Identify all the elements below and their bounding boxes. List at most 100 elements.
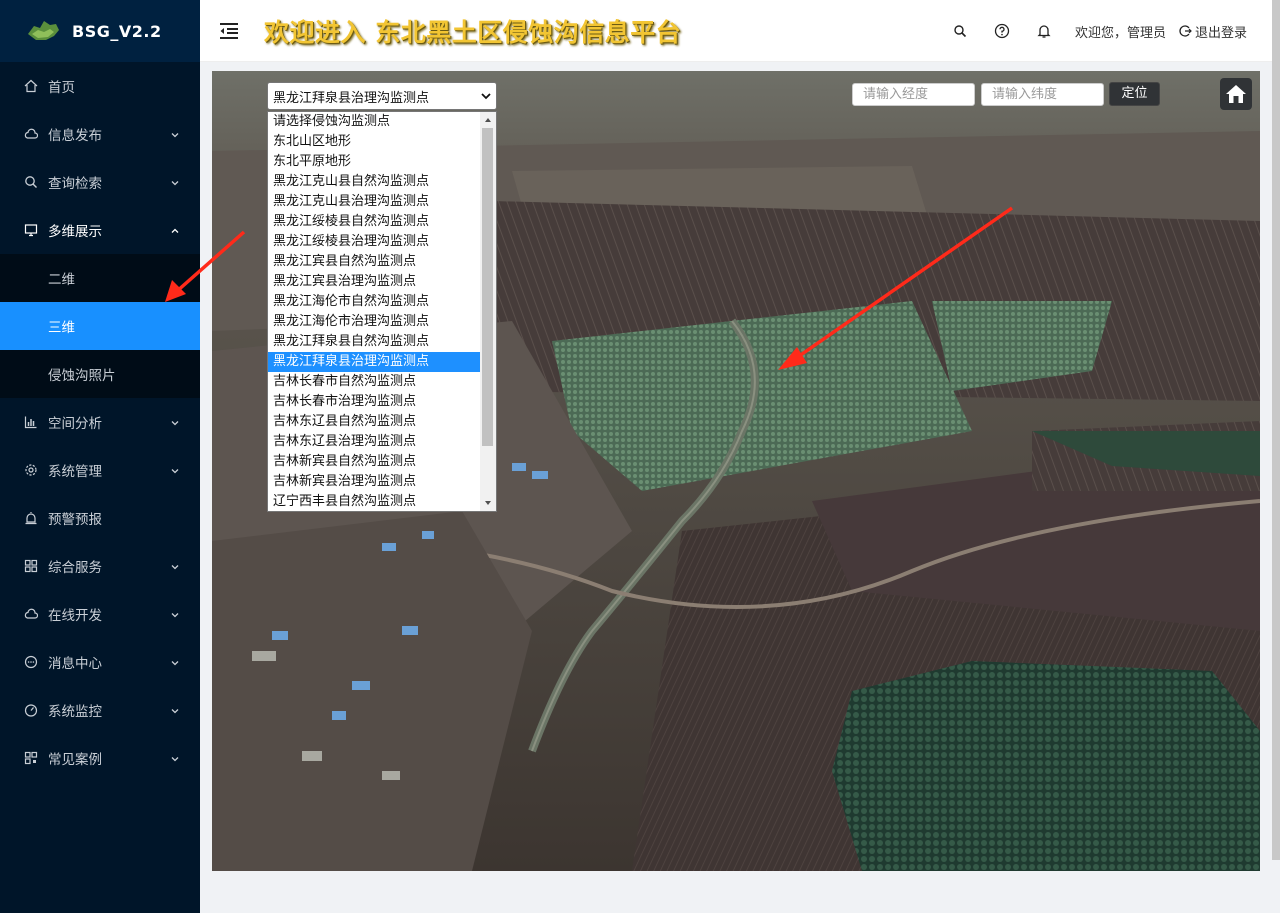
app-name: BSG_V2.2	[72, 21, 162, 41]
sidebar-item-label: 多维展示	[48, 224, 102, 240]
sidebar-item-home[interactable]: 首页	[0, 62, 200, 110]
monitoring-point-dropdown[interactable]: 请选择侵蚀沟监测点 东北山区地形 东北平原地形 黑龙江克山县自然沟监测点 黑龙江克山县治…	[267, 111, 497, 512]
dropdown-option[interactable]: 黑龙江拜泉县治理沟监测点	[268, 352, 480, 372]
logo[interactable]: BSG_V2.2	[0, 0, 200, 62]
chevron-down-icon	[480, 89, 492, 107]
header-actions: 欢迎您，管理员 退出登录	[939, 0, 1280, 62]
chevron-down-icon	[170, 752, 180, 768]
dropdown-option[interactable]: 吉林长春市自然沟监测点	[268, 372, 496, 392]
sidebar-item-3d[interactable]: 三维	[0, 302, 200, 350]
dropdown-option[interactable]: 黑龙江绥棱县自然沟监测点	[268, 212, 496, 232]
sidebar-item-label: 查询检索	[48, 176, 102, 192]
chevron-up-icon	[170, 224, 180, 240]
home-icon	[1226, 85, 1246, 103]
sidebar-item-label: 二维	[48, 272, 75, 288]
bar-chart-icon	[24, 415, 38, 429]
latitude-input[interactable]: 请输入纬度	[981, 83, 1104, 106]
menu-fold-icon[interactable]	[218, 20, 240, 42]
sidebar-item-photos[interactable]: 侵蚀沟照片	[0, 350, 200, 398]
dropdown-option[interactable]: 吉林东辽县治理沟监测点	[268, 432, 496, 452]
sidebar-item-label: 消息中心	[48, 656, 102, 672]
dropdown-scrollbar[interactable]	[480, 112, 496, 511]
dropdown-option[interactable]: 吉林新宾县自然沟监测点	[268, 452, 496, 472]
dropdown-option[interactable]: 黑龙江克山县自然沟监测点	[268, 172, 496, 192]
sidebar-item-label: 系统管理	[48, 464, 102, 480]
sidebar-item-label: 空间分析	[48, 416, 102, 432]
sidebar-item-multidim[interactable]: 多维展示	[0, 206, 200, 254]
scroll-down-icon[interactable]	[480, 496, 496, 510]
sidebar-item-label: 信息发布	[48, 128, 102, 144]
dropdown-option[interactable]: 吉林长春市治理沟监测点	[268, 392, 496, 412]
dropdown-option[interactable]: 黑龙江宾县治理沟监测点	[268, 272, 496, 292]
sidebar-item-monitor[interactable]: 系统监控	[0, 686, 200, 734]
chevron-down-icon	[170, 608, 180, 624]
cloud-icon	[24, 607, 38, 621]
logout-icon	[1179, 25, 1192, 37]
logout-button[interactable]: 退出登录	[1178, 22, 1247, 41]
longitude-input[interactable]: 请输入经度	[852, 83, 975, 106]
dropdown-option[interactable]: 黑龙江拜泉县自然沟监测点	[268, 332, 496, 352]
chevron-down-icon	[170, 176, 180, 192]
sidebar-item-label: 首页	[48, 80, 75, 96]
chevron-down-icon	[170, 656, 180, 672]
select-value: 黑龙江拜泉县治理沟监测点	[273, 90, 430, 106]
dropdown-option[interactable]: 辽宁西丰县自然沟监测点	[268, 492, 496, 511]
scroll-up-icon[interactable]	[480, 113, 496, 127]
submenu-multidim: 二维 三维 侵蚀沟照片	[0, 254, 200, 398]
3d-map-viewer[interactable]: 黑龙江拜泉县治理沟监测点 请选择侵蚀沟监测点 东北山区地形 东北平原地形 黑龙江克山县…	[212, 71, 1260, 871]
sidebar-item-spatial[interactable]: 空间分析	[0, 398, 200, 446]
sidebar-item-warning[interactable]: 预警预报	[0, 494, 200, 542]
sidebar-item-label: 系统监控	[48, 704, 102, 720]
search-icon	[24, 175, 38, 189]
dropdown-option[interactable]: 黑龙江克山县治理沟监测点	[268, 192, 496, 212]
dropdown-option[interactable]: 请选择侵蚀沟监测点	[268, 112, 496, 132]
sidebar-item-label: 三维	[48, 320, 75, 336]
chevron-down-icon	[170, 416, 180, 432]
chevron-down-icon	[170, 704, 180, 720]
dashboard-icon	[24, 703, 38, 717]
qrcode-icon	[24, 751, 38, 765]
sidebar-item-query[interactable]: 查询检索	[0, 158, 200, 206]
sidebar-item-message[interactable]: 消息中心	[0, 638, 200, 686]
welcome-text: 欢迎您，管理员	[1074, 25, 1166, 41]
chevron-down-icon	[170, 464, 180, 480]
page-title: 欢迎进入 东北黑土区侵蚀沟信息平台	[264, 17, 682, 47]
help-icon[interactable]	[981, 0, 1023, 62]
sidebar-item-label: 侵蚀沟照片	[48, 368, 116, 384]
sidebar-item-label: 综合服务	[48, 560, 102, 576]
sidebar-item-dev[interactable]: 在线开发	[0, 590, 200, 638]
monitor-icon	[24, 223, 38, 237]
gear-icon	[24, 463, 38, 477]
dropdown-option[interactable]: 吉林东辽县自然沟监测点	[268, 412, 496, 432]
sidebar-item-system[interactable]: 系统管理	[0, 446, 200, 494]
sidebar: BSG_V2.2 首页 信息发布 查询检索 多维展示 二维 三维 侵蚀沟照片 空…	[0, 0, 200, 913]
home-icon	[24, 79, 38, 93]
sidebar-item-label: 常见案例	[48, 752, 102, 768]
dropdown-option[interactable]: 黑龙江绥棱县治理沟监测点	[268, 232, 496, 252]
chevron-down-icon	[170, 128, 180, 144]
page-scrollbar[interactable]	[1272, 0, 1280, 860]
sidebar-item-label: 在线开发	[48, 608, 102, 624]
locate-button[interactable]: 定位	[1109, 82, 1160, 106]
dropdown-option[interactable]: 黑龙江海伦市治理沟监测点	[268, 312, 496, 332]
monitoring-point-select[interactable]: 黑龙江拜泉县治理沟监测点	[267, 82, 497, 110]
sidebar-item-service[interactable]: 综合服务	[0, 542, 200, 590]
logout-label: 退出登录	[1194, 25, 1247, 41]
dropdown-option[interactable]: 东北平原地形	[268, 152, 496, 172]
alarm-icon	[24, 511, 38, 525]
sidebar-item-label: 预警预报	[48, 512, 102, 528]
search-icon[interactable]	[939, 0, 981, 62]
sidebar-item-publish[interactable]: 信息发布	[0, 110, 200, 158]
grid-icon	[24, 559, 38, 573]
dropdown-option[interactable]: 黑龙江宾县自然沟监测点	[268, 252, 496, 272]
dropdown-option[interactable]: 东北山区地形	[268, 132, 496, 152]
dropdown-scroll-thumb[interactable]	[482, 128, 493, 446]
dropdown-option[interactable]: 黑龙江海伦市自然沟监测点	[268, 292, 496, 312]
home-view-button[interactable]	[1220, 78, 1252, 110]
dropdown-option[interactable]: 吉林新宾县治理沟监测点	[268, 472, 496, 492]
sidebar-item-2d[interactable]: 二维	[0, 254, 200, 302]
bell-icon[interactable]	[1023, 0, 1065, 62]
chat-icon	[24, 655, 38, 669]
sidebar-item-cases[interactable]: 常见案例	[0, 734, 200, 782]
cloud-icon	[24, 127, 38, 141]
